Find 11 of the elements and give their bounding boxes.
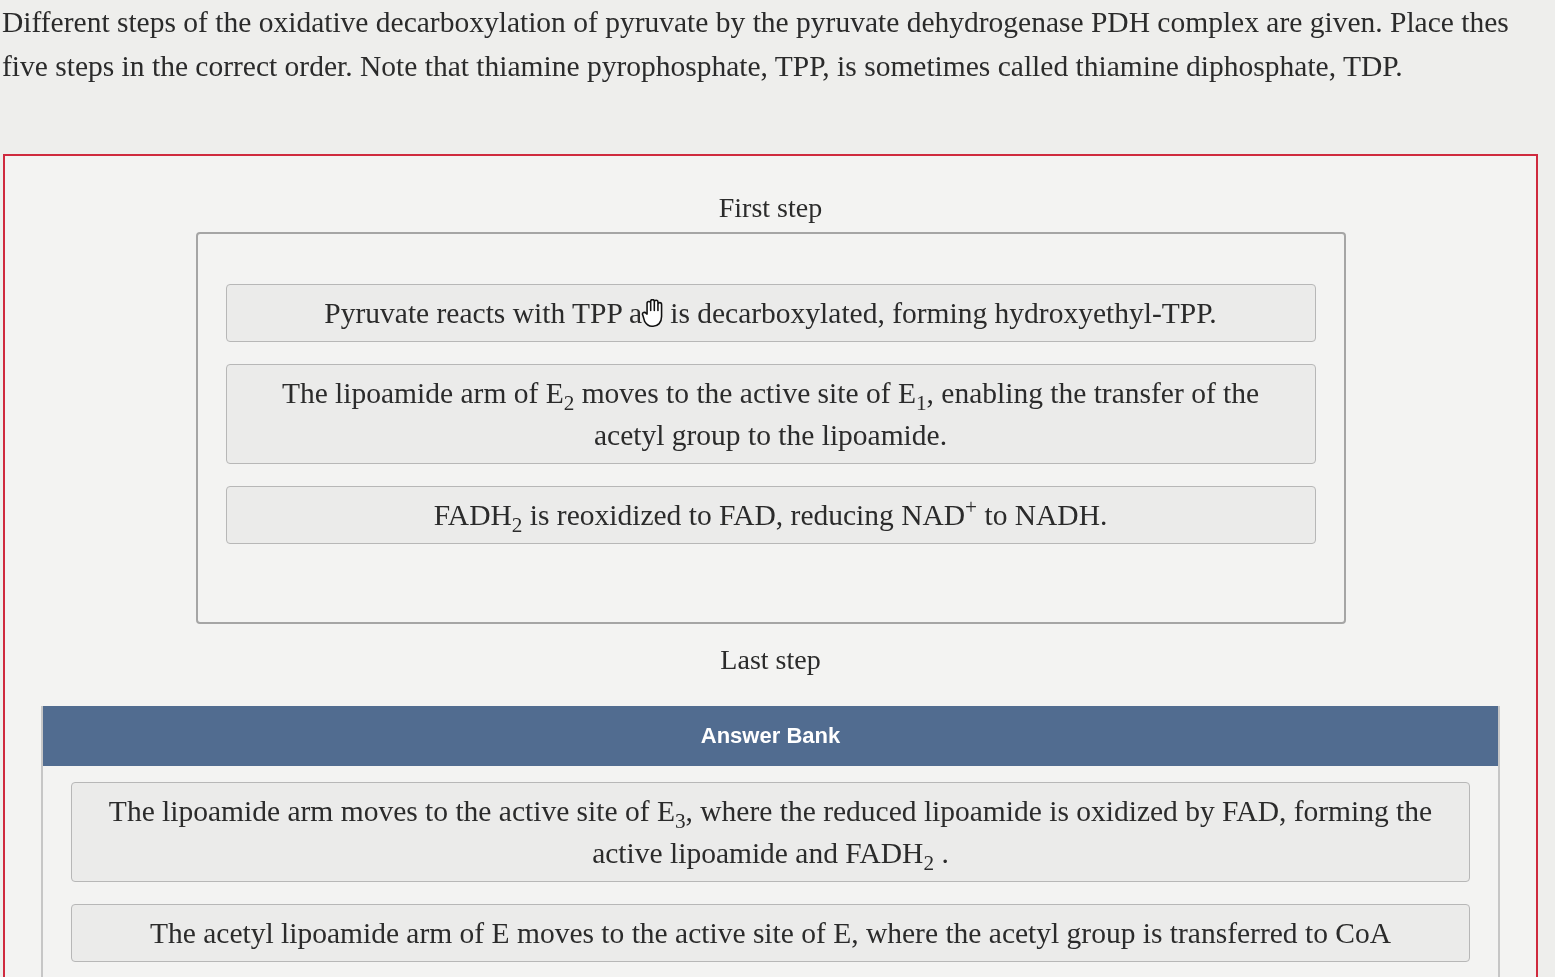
last-step-label: Last step (720, 643, 821, 677)
first-step-label: First step (718, 191, 823, 225)
step-card[interactable]: FADH$_{2}$ is reoxidized to FAD, reducing NAD$^{+}$ to NADH. (225, 486, 1316, 544)
answer-card[interactable]: The acetyl lipoamide arm of E moves to the active site of E, where the acetyl group is transferred to CoA (71, 904, 1470, 962)
question-text: Different steps of the oxidative decarboxylation of pyruvate by the pyruvate dehydrogenase PDH complex are given. Place thes (2, 5, 1509, 40)
step-card[interactable]: Pyruvate reacts with TPP a is decarboxylated, forming hydroxyethyl-TPP. (225, 284, 1316, 342)
answer-card[interactable]: The lipoamide arm moves to the active site of E$_{3}$, where the reduced lipoamide is oxidized by FAD, forming the active lipoamide and FADH$_{2}$ . (71, 782, 1470, 882)
step-card[interactable]: The lipoamide arm of E$_{2}$ moves to the active site of E$_{1}$, enabling the transfer of the acetyl group to the lipoamide. (225, 364, 1316, 464)
drop-zone[interactable] (195, 232, 1346, 624)
answer-bank-header: Answer Bank (43, 706, 1498, 766)
question-text: five steps in the correct order. Note that thiamine pyrophosphate, TPP, is sometimes called thiamine diphosphate, TDP. (2, 49, 1403, 84)
